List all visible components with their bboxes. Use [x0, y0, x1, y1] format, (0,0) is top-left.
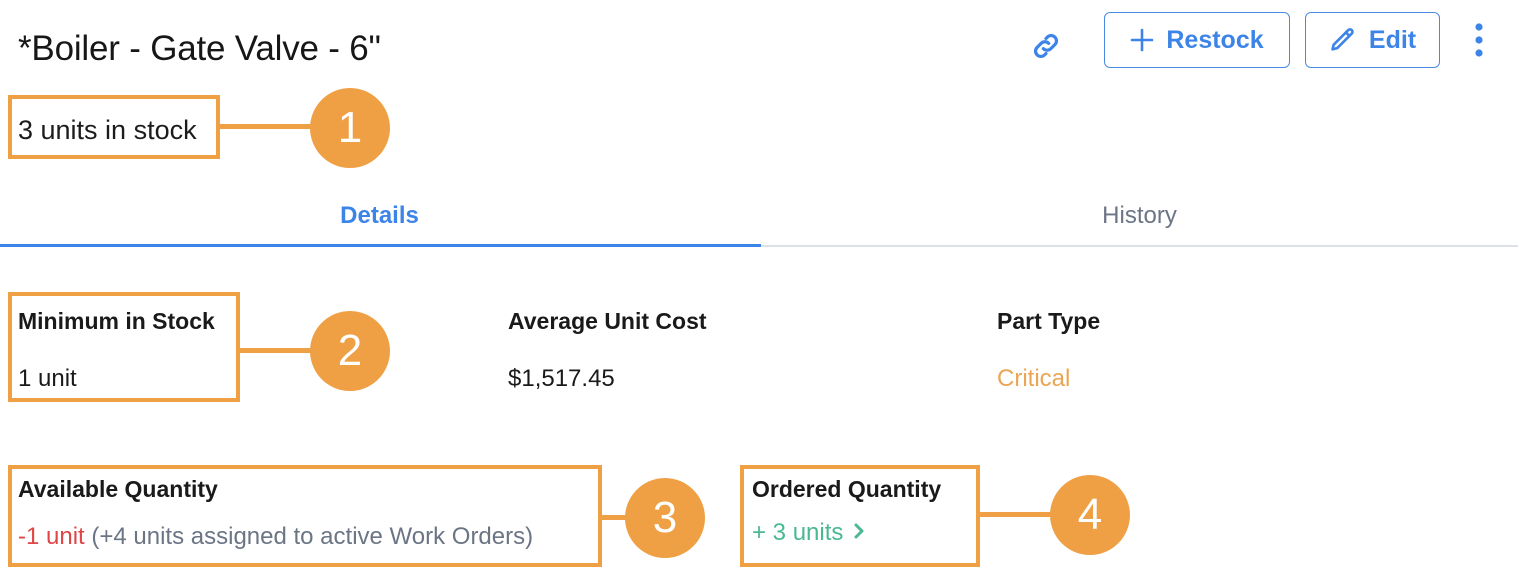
annotation-connector-1	[220, 124, 320, 129]
average-unit-cost-label: Average Unit Cost	[508, 308, 707, 334]
restock-button[interactable]: Restock	[1104, 12, 1290, 68]
available-quantity-label: Available Quantity	[18, 476, 218, 502]
tab-divider	[761, 245, 1518, 247]
restock-label: Restock	[1166, 25, 1264, 54]
part-title: *Boiler - Gate Valve - 6"	[18, 29, 381, 68]
active-tab-indicator	[0, 244, 761, 247]
ordered-quantity-value: + 3 units	[752, 519, 844, 546]
ordered-quantity-link[interactable]: + 3 units	[752, 518, 865, 548]
part-type-label: Part Type	[997, 308, 1101, 334]
ordered-quantity-row: + 3 units	[752, 518, 941, 548]
part-type: Part Type Critical	[997, 306, 1100, 394]
pencil-icon	[1329, 26, 1357, 54]
available-quantity-row: -1 unit (+4 units assigned to active Wor…	[18, 522, 533, 552]
edit-button[interactable]: Edit	[1305, 12, 1440, 68]
available-quantity-value: -1 unit	[18, 523, 85, 550]
minimum-in-stock: Minimum in Stock 1 unit	[18, 306, 215, 394]
available-quantity: Available Quantity -1 unit (+4 units ass…	[18, 474, 533, 552]
copy-link-button[interactable]	[1026, 28, 1066, 68]
edit-label: Edit	[1368, 25, 1417, 54]
tab-details[interactable]: Details	[0, 190, 759, 242]
annotation-connector-4	[980, 512, 1060, 517]
more-vertical-icon	[1474, 22, 1484, 63]
part-type-value: Critical	[997, 365, 1071, 392]
tab-bar: Details History	[0, 190, 1518, 248]
annotation-marker-4: 4	[1050, 475, 1130, 555]
average-unit-cost-value: $1,517.45	[508, 365, 615, 392]
more-options-button[interactable]	[1464, 20, 1494, 64]
link-icon	[1030, 30, 1062, 67]
minimum-in-stock-label: Minimum in Stock	[18, 308, 215, 334]
minimum-in-stock-value: 1 unit	[18, 365, 77, 392]
tab-history[interactable]: History	[760, 190, 1518, 242]
annotation-marker-2: 2	[310, 311, 390, 391]
available-quantity-note: (+4 units assigned to active Work Orders…	[91, 523, 534, 550]
annotation-marker-1: 1	[310, 88, 390, 168]
annotation-marker-3: 3	[625, 478, 705, 558]
annotation-connector-2	[240, 348, 320, 353]
ordered-quantity-label: Ordered Quantity	[752, 476, 942, 502]
average-unit-cost: Average Unit Cost $1,517.45	[508, 306, 707, 394]
chevron-right-icon	[853, 518, 865, 548]
stock-status: 3 units in stock	[18, 115, 197, 145]
ordered-quantity: Ordered Quantity + 3 units	[752, 474, 941, 548]
plus-icon	[1130, 28, 1154, 52]
